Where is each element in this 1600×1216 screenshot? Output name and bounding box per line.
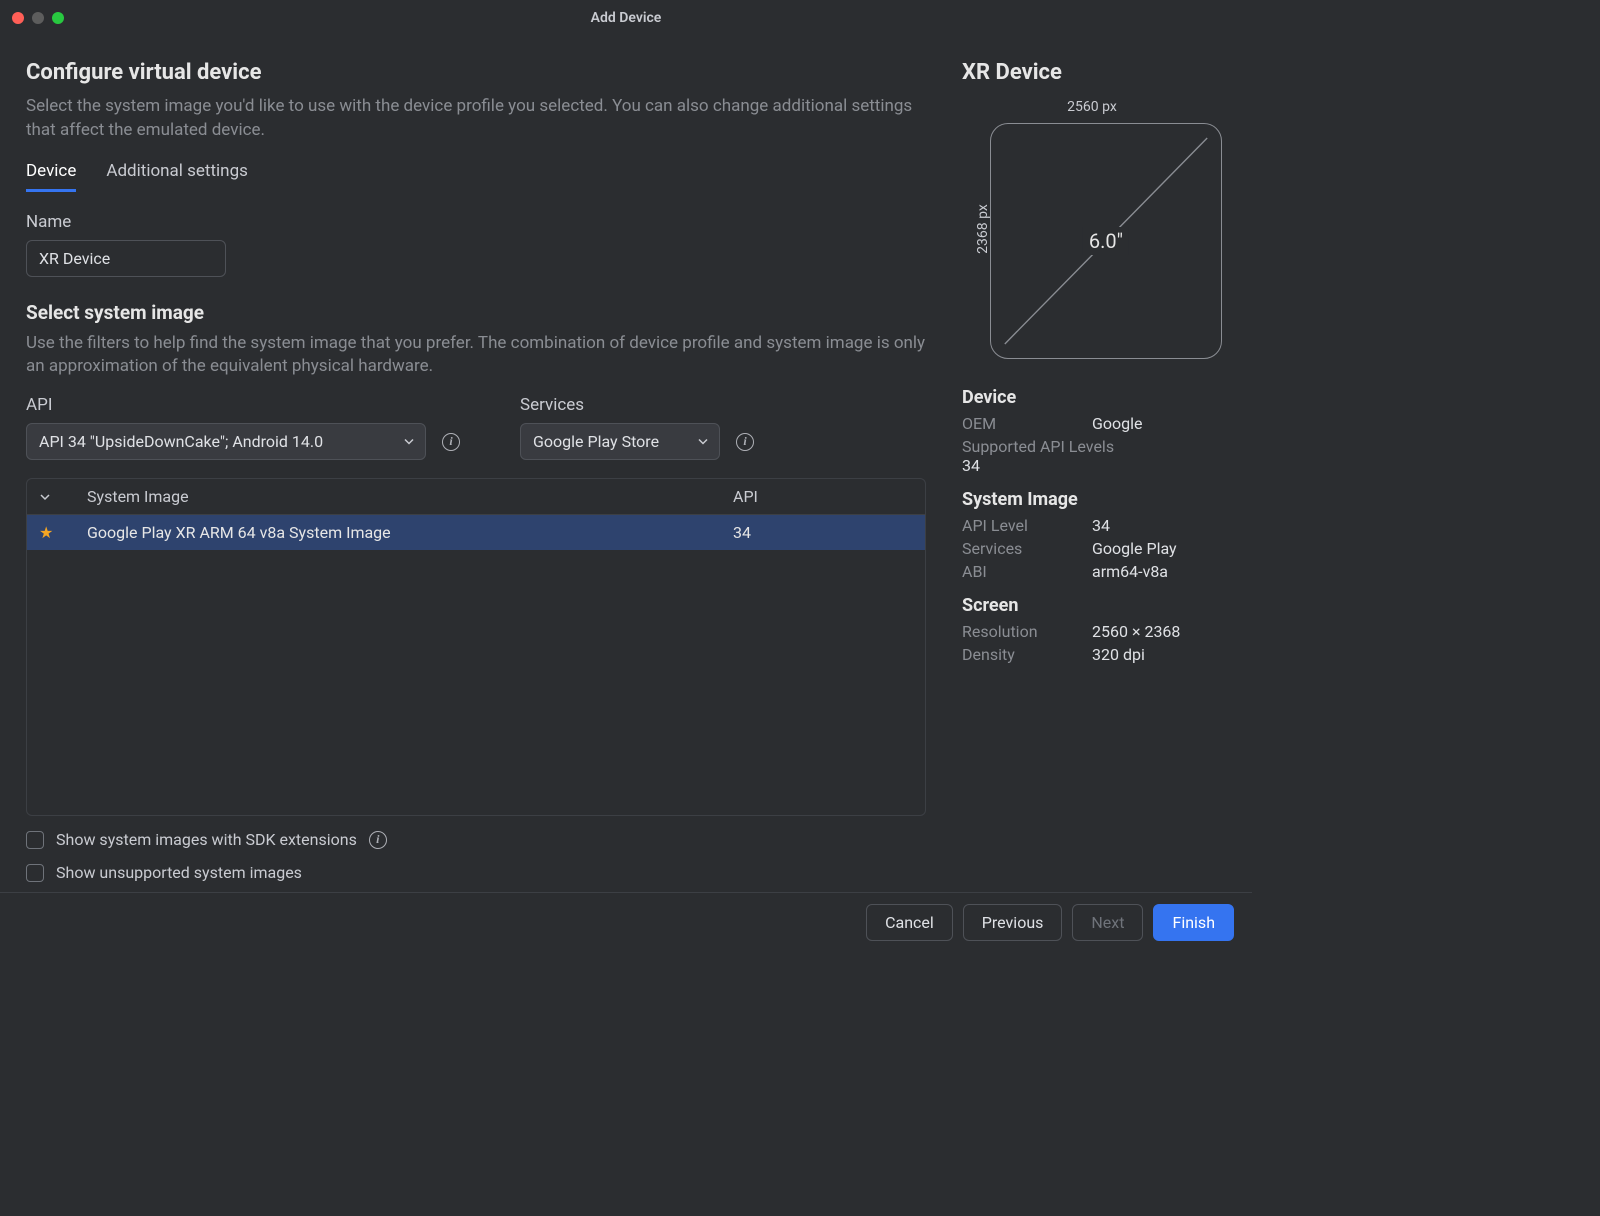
image-services-value: Google Play	[1092, 539, 1177, 558]
name-label: Name	[26, 212, 926, 232]
sdk-extensions-checkbox[interactable]	[26, 831, 44, 849]
preview-width-label: 2560 px	[1067, 99, 1117, 115]
page-description: Select the system image you'd like to us…	[26, 95, 926, 143]
chevron-down-icon	[403, 432, 415, 451]
window-close-button[interactable]	[12, 12, 24, 24]
table-row[interactable]: ★ Google Play XR ARM 64 v8a System Image…	[27, 515, 925, 550]
page-title: Configure virtual device	[26, 60, 926, 85]
api-filter-select[interactable]: API 34 "UpsideDownCake"; Android 14.0	[26, 423, 426, 460]
screen-section-title: Screen	[962, 595, 1226, 616]
system-image-table: System Image API ★ Google Play XR ARM 64…	[26, 478, 926, 816]
density-value: 320 dpi	[1092, 645, 1145, 664]
sdk-extensions-label: Show system images with SDK extensions	[56, 830, 357, 849]
api-levels-value: 34	[962, 456, 1226, 475]
table-cell-api: 34	[733, 523, 913, 542]
api-level-label: API Level	[962, 516, 1092, 535]
footer: Cancel Previous Next Finish	[0, 892, 1252, 952]
abi-label: ABI	[962, 562, 1092, 581]
api-filter-value: API 34 "UpsideDownCake"; Android 14.0	[39, 432, 323, 451]
resolution-value: 2560 × 2368	[1092, 622, 1180, 641]
tab-device[interactable]: Device	[26, 161, 76, 192]
image-section-title: System Image	[962, 489, 1226, 510]
oem-value: Google	[1092, 414, 1143, 433]
next-button: Next	[1072, 904, 1143, 941]
preview-diagonal-label: 6.0"	[1083, 227, 1129, 255]
previous-button[interactable]: Previous	[963, 904, 1063, 941]
services-info-icon[interactable]: i	[736, 433, 754, 451]
chevron-down-icon	[697, 432, 709, 451]
table-header-api: API	[733, 487, 913, 506]
system-image-title: Select system image	[26, 301, 926, 324]
table-expand-toggle[interactable]	[39, 491, 87, 503]
table-cell-name: Google Play XR ARM 64 v8a System Image	[87, 523, 733, 542]
services-filter-value: Google Play Store	[533, 432, 659, 451]
services-filter-label: Services	[520, 395, 754, 415]
name-input[interactable]	[26, 240, 226, 277]
sdk-extensions-info-icon[interactable]: i	[369, 831, 387, 849]
system-image-description: Use the filters to help find the system …	[26, 332, 926, 380]
image-services-label: Services	[962, 539, 1092, 558]
unsupported-checkbox[interactable]	[26, 864, 44, 882]
titlebar: Add Device	[0, 0, 1252, 36]
preview-height-label: 2368 px	[975, 204, 991, 254]
api-level-value: 34	[1092, 516, 1110, 535]
window-title: Add Device	[591, 10, 662, 26]
api-levels-label: Supported API Levels	[962, 437, 1226, 456]
density-label: Density	[962, 645, 1092, 664]
finish-button[interactable]: Finish	[1153, 904, 1234, 941]
tab-additional-settings[interactable]: Additional settings	[106, 161, 248, 192]
oem-label: OEM	[962, 414, 1092, 433]
api-info-icon[interactable]: i	[442, 433, 460, 451]
abi-value: arm64-v8a	[1092, 562, 1168, 581]
preview-title: XR Device	[962, 60, 1226, 85]
cancel-button[interactable]: Cancel	[866, 904, 953, 941]
api-filter-label: API	[26, 395, 460, 415]
star-icon: ★	[39, 523, 53, 542]
device-preview: 2560 px 2368 px 6.0"	[962, 99, 1222, 359]
tabs: Device Additional settings	[26, 161, 926, 192]
window-minimize-button[interactable]	[32, 12, 44, 24]
table-header-name: System Image	[87, 487, 733, 506]
window-maximize-button[interactable]	[52, 12, 64, 24]
resolution-label: Resolution	[962, 622, 1092, 641]
services-filter-select[interactable]: Google Play Store	[520, 423, 720, 460]
unsupported-label: Show unsupported system images	[56, 863, 302, 882]
device-section-title: Device	[962, 387, 1226, 408]
